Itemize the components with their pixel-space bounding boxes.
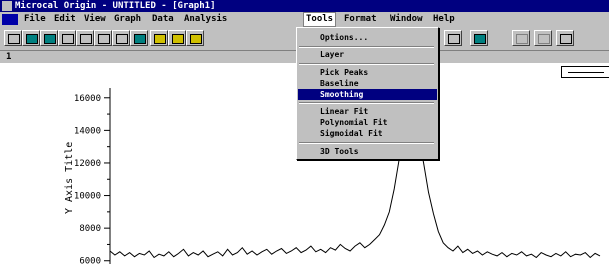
tools-dropdown-menu: Options... Layer Pick Peaks Baseline Smo…: [296, 27, 439, 160]
y-tick-label: 14000: [74, 126, 101, 136]
y-tick-label: 6000: [79, 257, 101, 264]
y-axis: 16000 14000 12000 10000 8000 6000: [74, 88, 111, 264]
y-tick-label: 16000: [74, 94, 101, 104]
menu-item-3d-tools[interactable]: 3D Tools: [298, 146, 437, 157]
menu-separator: [299, 46, 434, 48]
menu-item-options[interactable]: Options...: [298, 32, 437, 43]
menu-item-baseline[interactable]: Baseline: [298, 78, 437, 89]
y-tick-label: 10000: [74, 192, 101, 202]
menu-separator: [299, 102, 434, 104]
menu-item-sigmoidal-fit[interactable]: Sigmoidal Fit: [298, 128, 437, 139]
menu-separator: [299, 63, 434, 65]
y-tick-label: 8000: [79, 224, 101, 234]
y-axis-title[interactable]: Y Axis Title: [64, 142, 75, 214]
menu-item-polynomial-fit[interactable]: Polynomial Fit: [298, 117, 437, 128]
menu-separator: [299, 142, 434, 144]
menu-item-layer[interactable]: Layer: [298, 49, 437, 60]
menu-item-pick-peaks[interactable]: Pick Peaks: [298, 67, 437, 78]
menu-item-linear-fit[interactable]: Linear Fit: [298, 106, 437, 117]
y-tick-label: 12000: [74, 159, 101, 169]
menu-item-smoothing[interactable]: Smoothing: [298, 89, 437, 100]
